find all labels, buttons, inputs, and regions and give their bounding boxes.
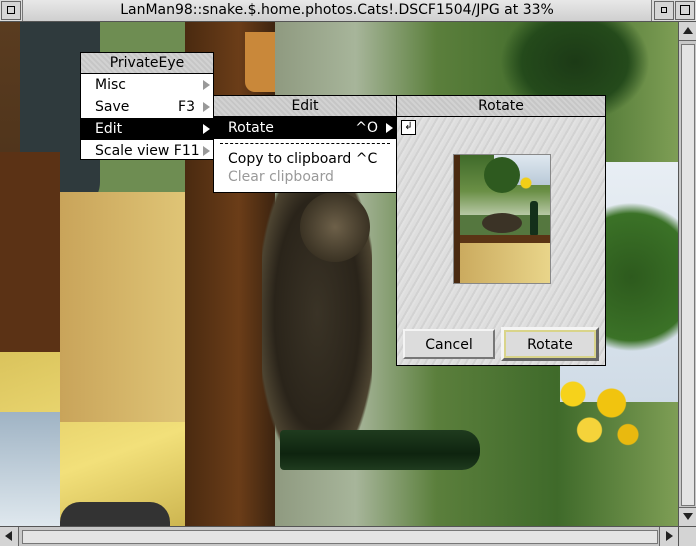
menu-item-label: Rotate	[228, 120, 274, 136]
photo-wall	[60, 192, 190, 422]
horizontal-scroll-thumb[interactable]	[22, 530, 658, 544]
edit-menu: Edit Rotate ^O Copy to clipboard ^C Clea…	[213, 95, 397, 193]
scroll-left-button[interactable]	[0, 527, 19, 546]
dialog-title: Rotate	[397, 96, 605, 117]
arrow-up-icon	[683, 27, 693, 34]
menu-title: PrivateEye	[81, 53, 213, 74]
menu-item-label: Save	[95, 99, 130, 115]
preview-cat	[482, 213, 522, 233]
vertical-scroll-thumb[interactable]	[681, 44, 695, 506]
menu-item-label: Scale view F11	[95, 143, 200, 159]
scroll-up-button[interactable]	[679, 22, 696, 41]
preview-room	[454, 243, 550, 283]
rotate-preview	[453, 154, 551, 284]
iconise-button[interactable]	[654, 1, 674, 20]
menu-item-save[interactable]: Save F3	[81, 96, 213, 118]
menu-item-shortcut: ^O	[355, 120, 378, 136]
menu-item-scale-view[interactable]: Scale view F11	[81, 140, 213, 162]
preview-flowers	[516, 173, 536, 193]
window-title[interactable]: LanMan98::snake.$.home.photos.Cats!.DSCF…	[22, 0, 652, 21]
photo-bottle	[280, 430, 480, 470]
submenu-arrow-icon	[203, 124, 210, 134]
close-icon	[7, 6, 15, 14]
menu-title: Edit	[214, 96, 396, 117]
photo-flowers	[540, 367, 650, 457]
arrow-down-icon	[683, 513, 693, 520]
menu-separator	[220, 143, 390, 144]
vertical-scrollbar[interactable]	[678, 22, 696, 526]
resize-corner[interactable]	[678, 526, 696, 546]
preview-bottle	[530, 201, 538, 235]
submenu-arrow-icon	[203, 146, 210, 156]
rotate-button[interactable]: Rotate	[501, 327, 599, 361]
submenu-arrow-icon	[203, 80, 210, 90]
menu-item-edit[interactable]: Edit	[81, 118, 213, 140]
arrow-left-icon	[5, 531, 12, 541]
privateeye-menu: PrivateEye Misc Save F3 Edit Scale view …	[80, 52, 214, 160]
toggle-size-button[interactable]	[675, 1, 695, 20]
submenu-arrow-icon	[203, 102, 210, 112]
close-button[interactable]	[1, 1, 21, 20]
menu-item-label: Clear clipboard	[228, 169, 334, 185]
toggle-size-icon	[680, 5, 690, 15]
preview-frame	[454, 155, 460, 283]
photo-tree	[600, 182, 678, 372]
menu-item-label: Copy to clipboard ^C	[228, 151, 378, 167]
menu-item-misc[interactable]: Misc	[81, 74, 213, 96]
menu-item-rotate[interactable]: Rotate ^O	[214, 117, 396, 139]
photo-speaker	[60, 502, 170, 526]
rotate-dialog: Rotate ↲ Cancel Rotate	[396, 95, 606, 366]
arrow-right-icon	[666, 531, 673, 541]
menu-item-clear-clipboard[interactable]: Clear clipboard	[214, 166, 396, 188]
menu-item-label: Edit	[95, 121, 123, 137]
menu-item-shortcut: F3	[178, 99, 195, 115]
photo-lamp	[0, 412, 60, 526]
preview-sill	[454, 235, 550, 243]
submenu-arrow-icon	[386, 123, 393, 133]
title-bar[interactable]: LanMan98::snake.$.home.photos.Cats!.DSCF…	[0, 0, 696, 22]
horizontal-scrollbar[interactable]	[0, 526, 678, 546]
iconise-icon	[661, 7, 667, 13]
menu-item-label: Misc	[95, 77, 126, 93]
rotate-arrow-icon[interactable]: ↲	[401, 120, 416, 135]
cancel-button[interactable]: Cancel	[403, 329, 495, 359]
photo-cupboard	[0, 152, 60, 352]
scroll-right-button[interactable]	[659, 527, 678, 546]
photo-cat-head	[300, 192, 370, 262]
preview-tree	[484, 157, 520, 193]
scroll-down-button[interactable]	[679, 507, 696, 526]
